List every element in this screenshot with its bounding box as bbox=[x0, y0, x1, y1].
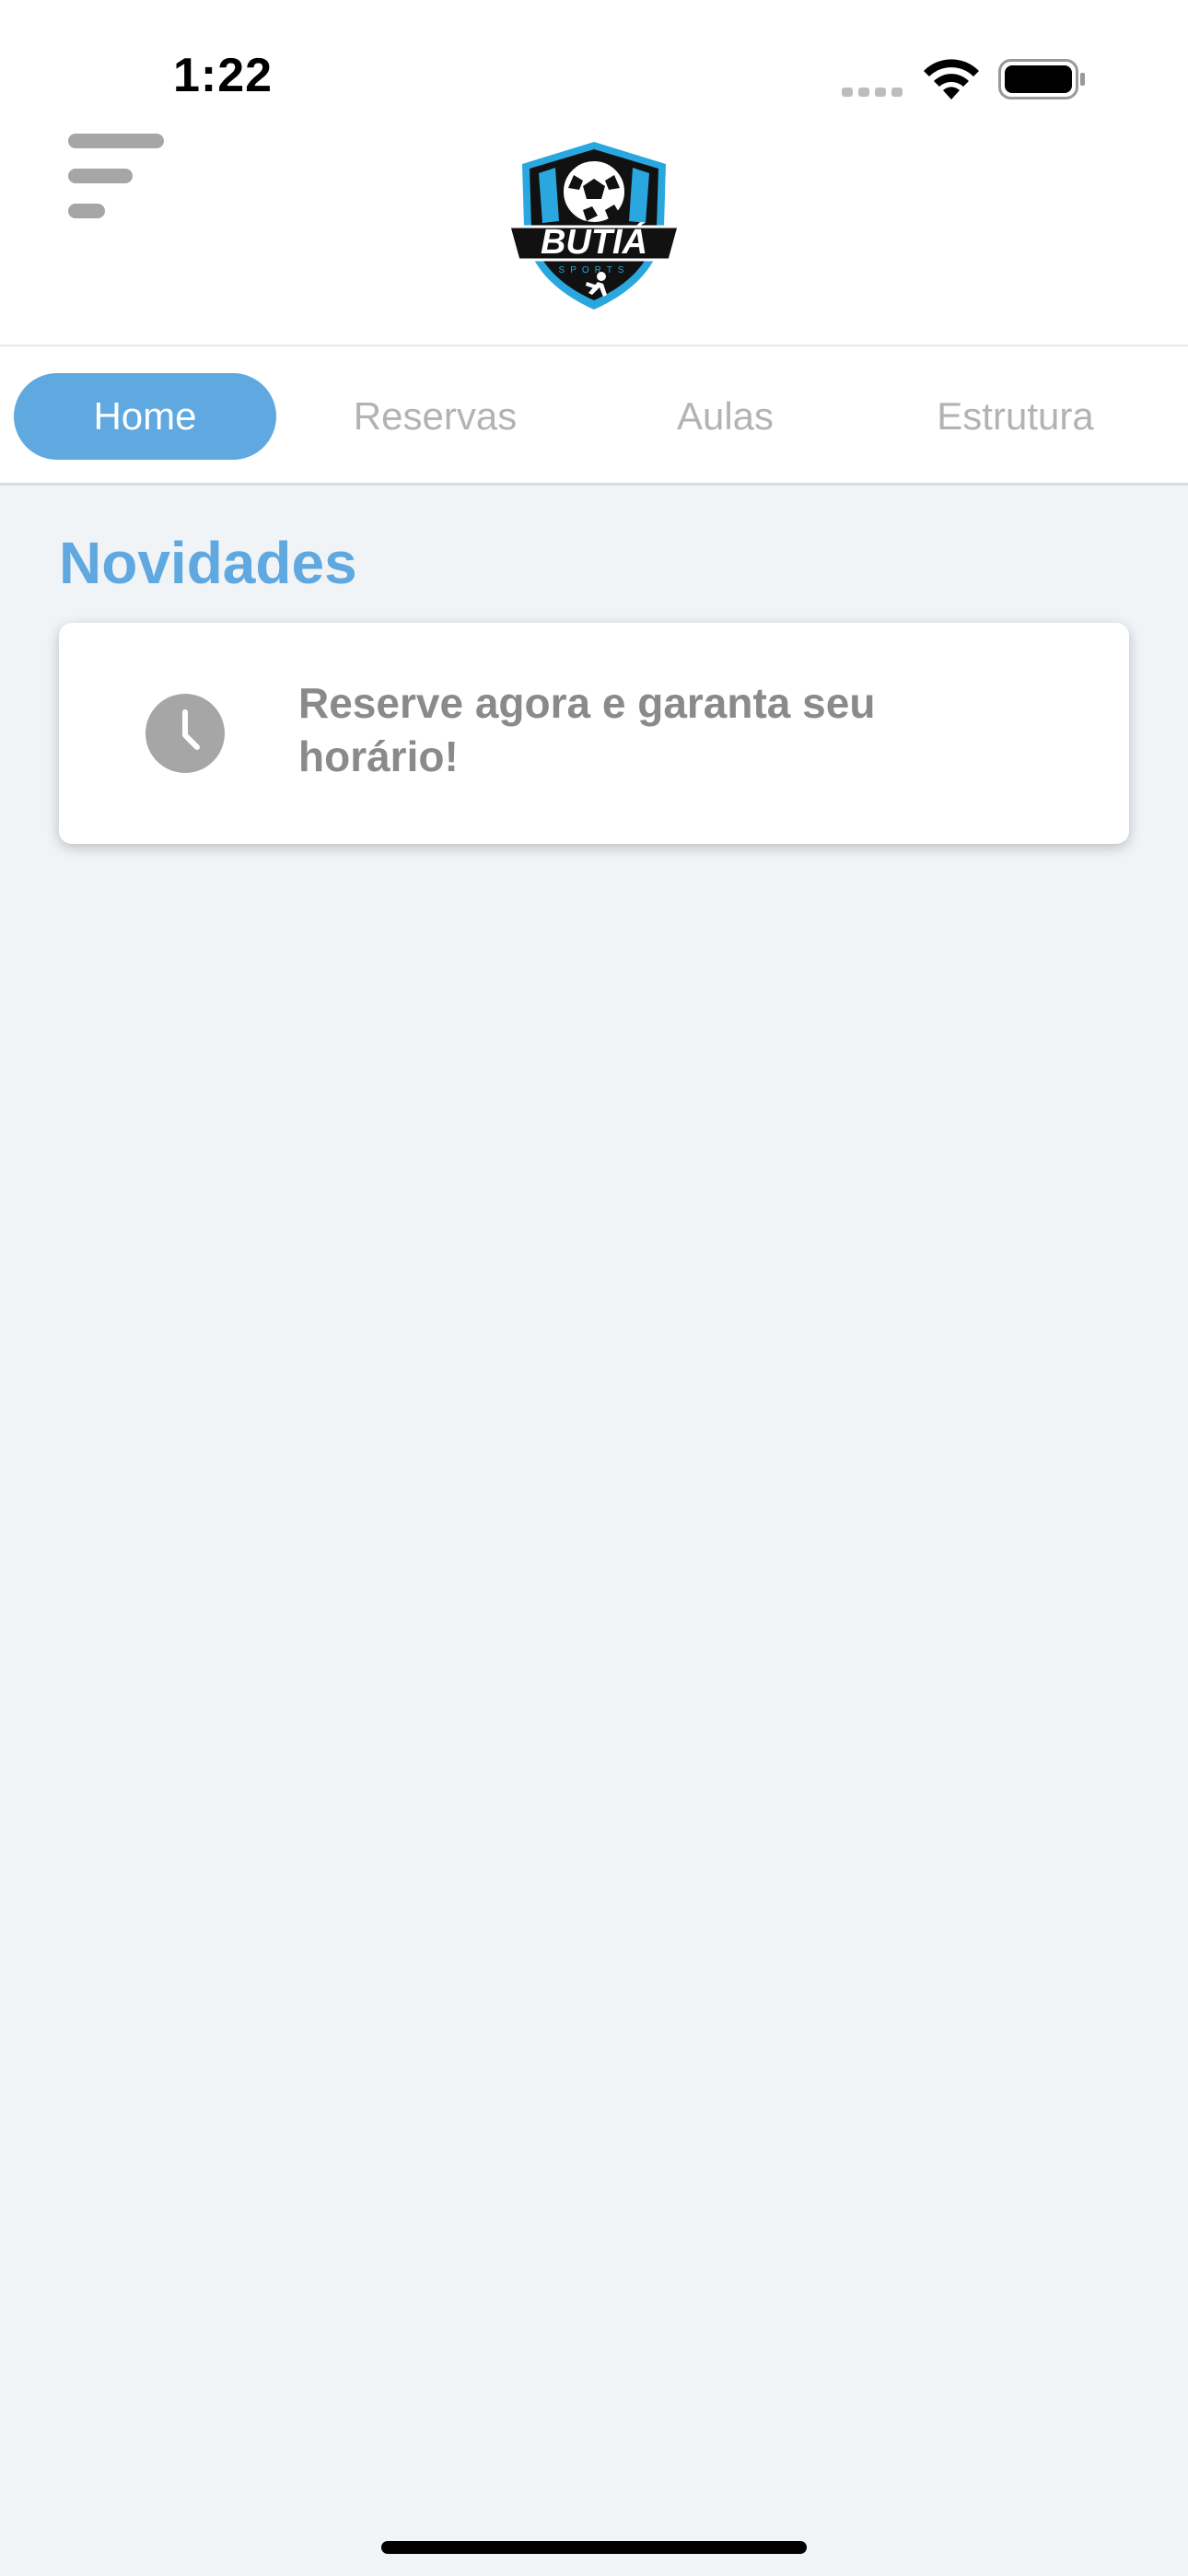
menu-lines-icon bbox=[68, 134, 164, 218]
logo-sub-text: SPORTS bbox=[559, 265, 630, 275]
tab-reservas[interactable]: Reservas bbox=[304, 373, 566, 460]
tab-home[interactable]: Home bbox=[14, 373, 276, 460]
logo-brand-text: BUTIÁ bbox=[541, 221, 647, 262]
section-title-novidades: Novidades bbox=[59, 530, 357, 596]
tab-aulas[interactable]: Aulas bbox=[594, 373, 856, 460]
status-time: 1:22 bbox=[173, 49, 274, 102]
news-card[interactable]: Reserve agora e garanta seu horário! bbox=[59, 623, 1129, 844]
clock-icon bbox=[144, 692, 227, 775]
tab-bar: Home Reservas Aulas Estrutura bbox=[0, 346, 1188, 486]
menu-button[interactable] bbox=[55, 129, 175, 240]
news-text: Reserve agora e garanta seu horário! bbox=[298, 679, 876, 780]
cellular-signal-icon bbox=[842, 88, 903, 97]
tab-estrutura[interactable]: Estrutura bbox=[884, 373, 1147, 460]
app-header: BUTIÁ SPORTS bbox=[0, 129, 1188, 346]
wifi-icon bbox=[924, 59, 979, 100]
status-bar: 1:22 bbox=[0, 0, 1188, 129]
battery-icon bbox=[998, 59, 1085, 100]
butia-sports-logo: BUTIÁ SPORTS bbox=[502, 138, 686, 313]
home-indicator[interactable] bbox=[381, 2541, 807, 2554]
